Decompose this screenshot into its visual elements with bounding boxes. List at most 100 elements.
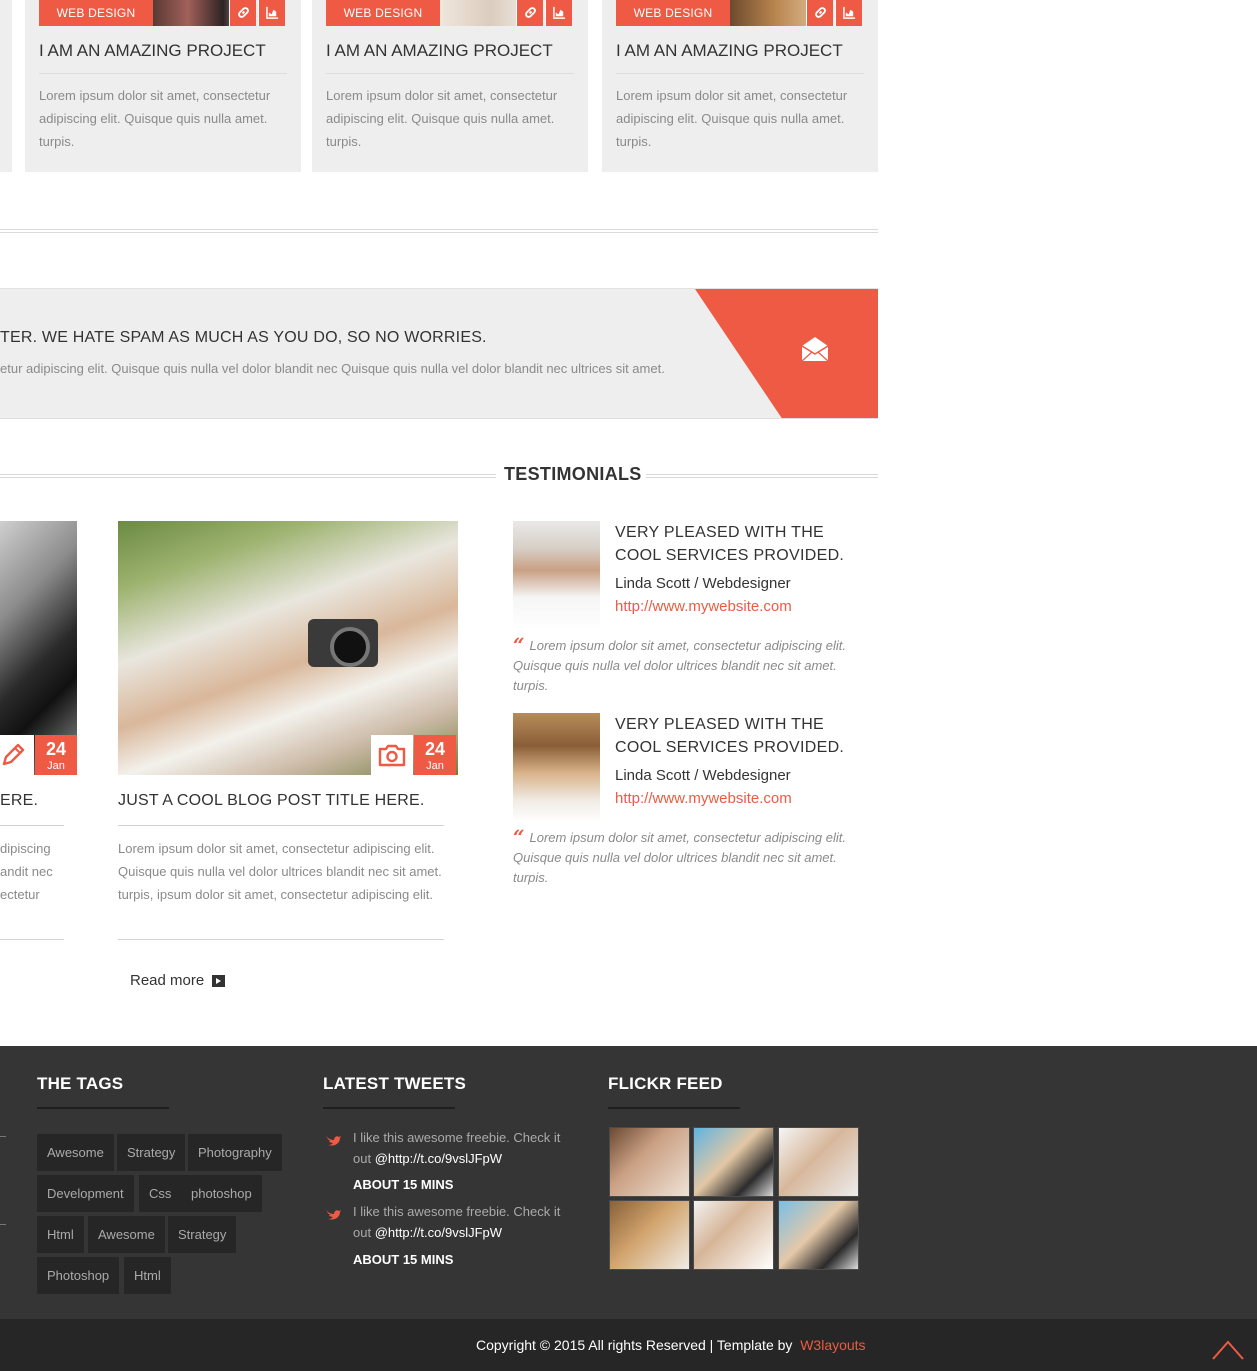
chart-icon [265, 6, 278, 19]
tweet-timestamp: ABOUT 15 MINS [353, 1252, 454, 1267]
flickr-thumbnail[interactable] [693, 1200, 774, 1270]
post-divider [0, 939, 64, 940]
link-icon [814, 7, 826, 18]
stats-button[interactable] [835, 0, 862, 26]
link-icon [524, 7, 536, 18]
heading-underline [323, 1107, 455, 1109]
post-excerpt: Lorem ipsum dolor sit amet, consectetur … [118, 841, 442, 902]
project-card: WEB DESIGN I AM AN AMAZING PROJECT Lorem… [602, 0, 878, 172]
post-excerpt-line: dipiscing [0, 841, 51, 856]
heading-rule [646, 474, 878, 478]
project-description: Lorem ipsum dolor sit amet, consectetur … [616, 88, 848, 149]
tag-link[interactable]: Strategy [168, 1216, 237, 1253]
project-card: WEB DESIGN I AM AN AMAZING PROJECT Lorem… [25, 0, 301, 172]
tweet-link[interactable]: @http://t.co/9vslJFpW [375, 1151, 502, 1166]
tweet-text: I like this awesome freebie. Check it ou… [353, 1201, 573, 1243]
heading-underline [37, 1107, 169, 1109]
stats-button[interactable] [545, 0, 572, 26]
testimonial-quote-text: Lorem ipsum dolor sit amet, consectetur … [513, 830, 846, 885]
quote-icon: “ [513, 825, 525, 849]
tag-link[interactable]: Development [37, 1175, 134, 1212]
project-description: Lorem ipsum dolor sit amet, consectetur … [326, 88, 558, 149]
link-button[interactable] [229, 0, 256, 26]
flickr-thumbnail[interactable] [778, 1127, 859, 1197]
post-date-day: 24 [45, 739, 67, 759]
flickr-thumbnail[interactable] [609, 1127, 690, 1197]
subscribe-button-shape [695, 289, 878, 418]
testimonials-heading: TESTIMONIALS [504, 464, 642, 484]
category-badge[interactable]: WEB DESIGN [616, 0, 730, 26]
w3layouts-link[interactable]: W3layouts [800, 1337, 865, 1353]
footer-partial-mark [0, 1221, 6, 1225]
tag-link[interactable]: Html [124, 1257, 171, 1294]
project-title[interactable]: I AM AN AMAZING PROJECT [326, 41, 574, 74]
quote-icon: “ [513, 633, 525, 657]
tag-link[interactable]: Strategy [117, 1134, 186, 1171]
read-more-link[interactable]: Read more [130, 972, 226, 989]
tag-link[interactable]: Photoshop [37, 1257, 120, 1294]
heading-rule [0, 474, 496, 478]
read-more-label: Read more [130, 972, 205, 989]
stats-button[interactable] [258, 0, 285, 26]
tag-link[interactable]: Css [139, 1175, 182, 1212]
project-card-partial [0, 0, 12, 172]
section-divider [0, 229, 878, 233]
flickr-thumbnail[interactable] [693, 1127, 774, 1197]
twitter-icon [326, 1136, 341, 1146]
twitter-icon [326, 1210, 341, 1220]
project-title[interactable]: I AM AN AMAZING PROJECT [616, 41, 864, 74]
footer-partial-mark [0, 1133, 6, 1137]
newsletter-banner: TER. WE HATE SPAM AS MUCH AS YOU DO, SO … [0, 288, 878, 419]
testimonial-quote: “Lorem ipsum dolor sit amet, consectetur… [513, 635, 873, 696]
post-type-badge [0, 735, 34, 775]
newsletter-heading: TER. WE HATE SPAM AS MUCH AS YOU DO, SO … [0, 329, 487, 346]
newsletter-subtext: etur adipiscing elit. Quisque quis nulla… [0, 361, 665, 376]
subscribe-button[interactable] [695, 289, 878, 418]
tag-link[interactable]: Awesome [37, 1134, 114, 1171]
testimonial-avatar [513, 521, 600, 630]
post-excerpt: dipiscing andit nec ectetur [0, 837, 64, 906]
tweet-text: I like this awesome freebie. Check it ou… [353, 1127, 573, 1169]
flickr-thumbnail[interactable] [609, 1200, 690, 1270]
post-excerpt-line: andit nec [0, 864, 53, 879]
envelope-icon [801, 337, 829, 362]
project-title[interactable]: I AM AN AMAZING PROJECT [39, 41, 287, 74]
tweets-heading: LATEST TWEETS [323, 1074, 466, 1093]
post-title[interactable]: JUST A COOL BLOG POST TITLE HERE. [118, 792, 425, 810]
post-date-day: 24 [424, 739, 446, 759]
testimonial-quote-text: Lorem ipsum dolor sit amet, consectetur … [513, 638, 846, 693]
camera-figure [308, 619, 378, 667]
link-button[interactable] [516, 0, 543, 26]
tag-link[interactable]: photoshop [181, 1175, 262, 1212]
post-date-month: Jan [426, 760, 444, 772]
tag-link[interactable]: Html [37, 1216, 84, 1253]
post-excerpt-line: ectetur [0, 887, 40, 902]
back-to-top-button[interactable] [1210, 1337, 1246, 1361]
tag-link[interactable]: Awesome [88, 1216, 165, 1253]
tag-link[interactable]: Photography [188, 1134, 282, 1171]
tags-heading: THE TAGS [37, 1074, 124, 1093]
post-date-month: Jan [47, 760, 65, 772]
link-button[interactable] [806, 0, 833, 26]
testimonial-title: VERY PLEASED WITH THE COOL SERVICES PROV… [615, 716, 845, 756]
post-date-badge: 24 Jan [414, 735, 456, 775]
link-icon [237, 7, 249, 18]
tweet-link[interactable]: @http://t.co/9vslJFpW [375, 1225, 502, 1240]
heading-underline [608, 1107, 740, 1109]
arrow-right-icon [212, 974, 226, 987]
category-badge[interactable]: WEB DESIGN [326, 0, 440, 26]
testimonial-avatar [513, 713, 600, 822]
pencil-icon [2, 743, 25, 766]
category-badge[interactable]: WEB DESIGN [39, 0, 153, 26]
flickr-thumbnail[interactable] [778, 1200, 859, 1270]
chart-icon [552, 6, 565, 19]
testimonial-author: Linda Scott / Webdesigner [615, 575, 791, 592]
flickr-heading: FLICKR FEED [608, 1074, 723, 1093]
testimonial-website-link[interactable]: http://www.mywebsite.com [615, 790, 792, 807]
post-divider [0, 825, 64, 826]
testimonial-website-link[interactable]: http://www.mywebsite.com [615, 598, 792, 615]
post-divider [118, 939, 444, 940]
copyright-text: Copyright © 2015 All rights Reserved | T… [476, 1337, 866, 1353]
post-title[interactable]: ERE. [0, 792, 38, 810]
testimonial-quote: “Lorem ipsum dolor sit amet, consectetur… [513, 827, 873, 888]
